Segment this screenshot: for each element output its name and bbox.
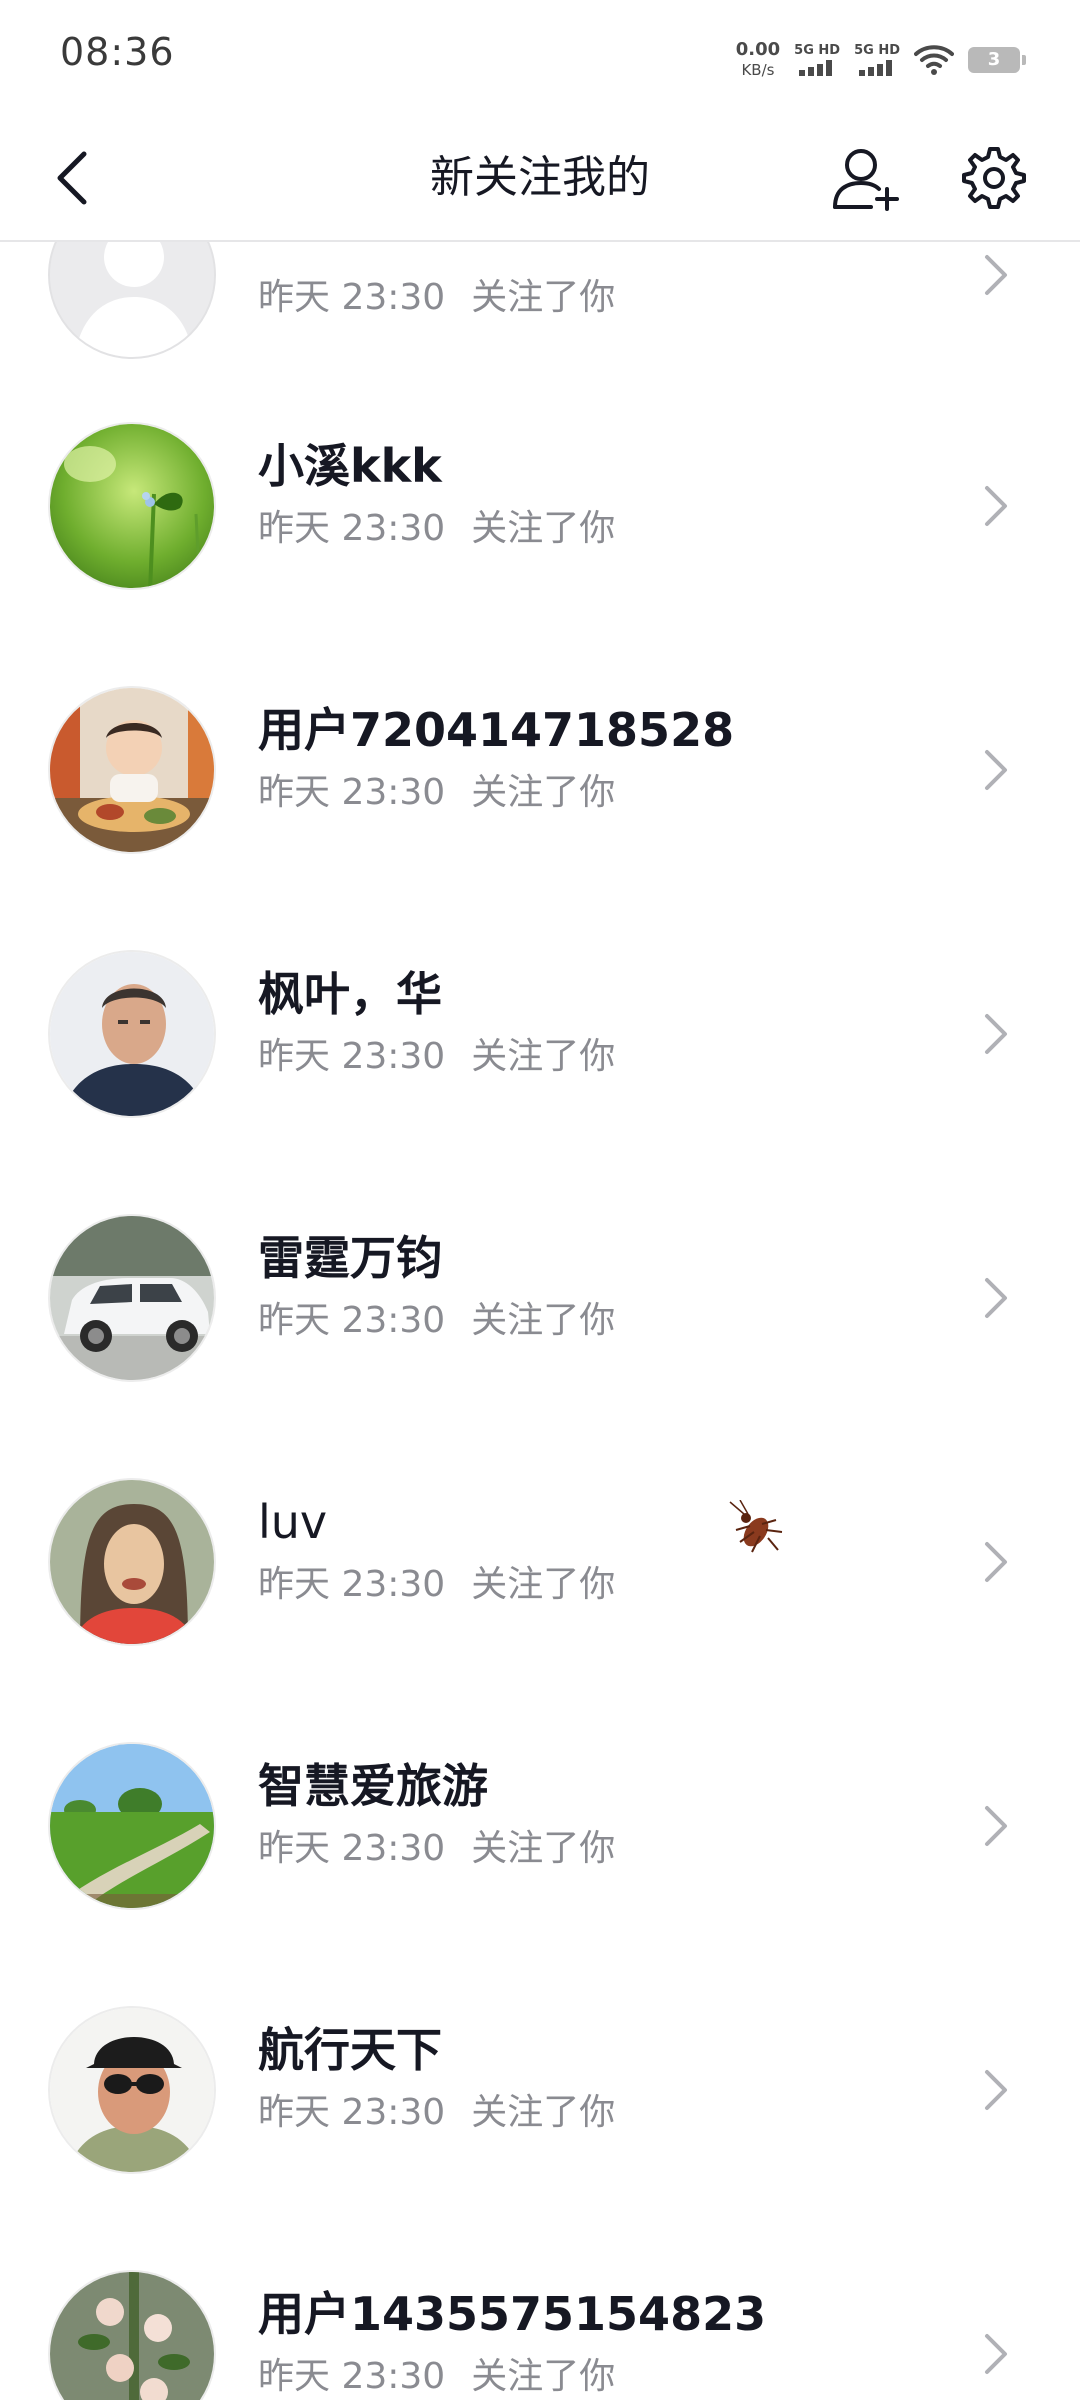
- follow-time: 昨天 23:30: [258, 1564, 446, 1605]
- follow-time: 昨天 23:30: [258, 508, 446, 549]
- follow-action: 关注了你: [471, 277, 616, 318]
- follow-action: 关注了你: [471, 772, 616, 813]
- chevron-right-icon: [976, 1270, 1016, 1326]
- status-icons: 0.00 KB/s 5G HD 5G HD 3: [736, 36, 1026, 84]
- list-item[interactable]: 用户720414718528 昨天 23:30 关注了你: [0, 642, 1080, 906]
- sim1-label: 5G HD: [794, 43, 841, 58]
- wifi-icon: [914, 45, 954, 75]
- network-speed-unit: KB/s: [741, 61, 775, 79]
- follower-name: 用户720414718528: [258, 703, 735, 757]
- settings-button[interactable]: [958, 142, 1030, 214]
- follow-time: 昨天 23:30: [258, 277, 446, 318]
- chevron-right-icon: [976, 247, 1016, 303]
- network-speed-value: 0.00: [735, 39, 781, 60]
- avatar[interactable]: [48, 950, 216, 1118]
- gear-icon: [962, 147, 1026, 209]
- chevron-right-icon: [976, 742, 1016, 798]
- follow-meta: 昨天 23:30 关注了你: [258, 768, 615, 818]
- avatar[interactable]: [48, 2270, 216, 2400]
- white-suv-photo: [50, 1216, 214, 1380]
- follow-meta: 昨天 23:30 关注了你: [258, 504, 615, 554]
- follow-meta: 昨天 23:30 关注了你: [258, 1560, 615, 1610]
- signal-bars-icon: [799, 60, 833, 76]
- follow-time: 昨天 23:30: [258, 772, 446, 813]
- list-item[interactable]: 智慧爱旅游 昨天 23:30 关注了你: [0, 1698, 1080, 1962]
- status-bar: 08:36 0.00 KB/s 5G HD 5G HD 3: [0, 0, 1080, 120]
- page-title: 新关注我的: [430, 152, 650, 203]
- follower-name: 智慧爱旅游: [258, 1759, 488, 1813]
- chevron-right-icon: [976, 1534, 1016, 1590]
- follow-action: 关注了你: [471, 2092, 616, 2133]
- follower-name: luv: [258, 1495, 328, 1549]
- add-friend-button[interactable]: [828, 140, 904, 216]
- child-photo: [50, 688, 214, 852]
- follow-time: 昨天 23:30: [258, 2092, 446, 2133]
- follower-name: 小溪kkk: [258, 439, 442, 493]
- follower-name: 用户1435575154823: [258, 2287, 767, 2341]
- follower-name: 枫叶，华: [258, 967, 442, 1021]
- list-item[interactable]: 用户1435575154823 昨天 23:30 关注了你: [0, 2226, 1080, 2400]
- flower-vine-photo: [50, 2272, 214, 2400]
- battery-icon: 3: [968, 47, 1026, 73]
- sim1-signal: 5G HD: [794, 44, 840, 76]
- signal-bars-icon: [859, 60, 893, 76]
- follow-meta: 昨天 23:30 关注了你: [258, 1032, 615, 1082]
- avatar[interactable]: [48, 1742, 216, 1910]
- follow-meta: 昨天 23:30 关注了你: [258, 1824, 615, 1874]
- sim2-label: 5G HD: [854, 43, 900, 58]
- chevron-right-icon: [976, 478, 1016, 534]
- add-user-icon: [833, 149, 899, 211]
- status-time: 08:36: [60, 30, 175, 74]
- list-item[interactable]: 小溪kkk 昨天 23:30 关注了你: [0, 378, 1080, 642]
- follow-meta: 昨天 23:30 关注了你: [258, 2088, 615, 2138]
- man-portrait: [50, 952, 214, 1116]
- meadow-path-photo: [50, 1744, 214, 1908]
- green-plant-photo: [50, 424, 214, 588]
- follow-action: 关注了你: [471, 1300, 616, 1341]
- follow-time: 昨天 23:30: [258, 1300, 446, 1341]
- follower-name: 航行天下: [258, 2023, 442, 2077]
- chevron-right-icon: [976, 1006, 1016, 1062]
- avatar[interactable]: [48, 1478, 216, 1646]
- chevron-right-icon: [976, 2326, 1016, 2382]
- follow-time: 昨天 23:30: [258, 2356, 446, 2397]
- follow-action: 关注了你: [471, 508, 616, 549]
- avatar[interactable]: [48, 1214, 216, 1382]
- avatar[interactable]: [48, 422, 216, 590]
- follow-action: 关注了你: [471, 2356, 616, 2397]
- chevron-right-icon: [976, 1798, 1016, 1854]
- network-speed: 0.00 KB/s: [736, 40, 780, 80]
- follow-action: 关注了你: [471, 1564, 616, 1605]
- man-sunglasses-portrait: [50, 2008, 214, 2172]
- follower-name: 雷霆万钧: [258, 1231, 442, 1285]
- list-item[interactable]: luv 昨天 23:30 关注了你: [0, 1434, 1080, 1698]
- cockroach-sticker-icon: [726, 1499, 786, 1560]
- follow-time: 昨天 23:30: [258, 1036, 446, 1077]
- sim2-signal: 5G HD: [854, 44, 900, 76]
- follow-meta: 昨天 23:30 关注了你: [258, 2352, 615, 2400]
- list-item[interactable]: 雷霆万钧 昨天 23:30 关注了你: [0, 1170, 1080, 1434]
- follow-meta: 昨天 23:30 关注了你: [258, 273, 615, 323]
- follow-action: 关注了你: [471, 1828, 616, 1869]
- chevron-right-icon: [976, 2062, 1016, 2118]
- follower-list: 昨天 23:30 关注了你 小溪kkk 昨天 23:30 关注了你 用户7204…: [0, 0, 1080, 2400]
- woman-portrait: [50, 1480, 214, 1644]
- follow-action: 关注了你: [471, 1036, 616, 1077]
- follow-time: 昨天 23:30: [258, 1828, 446, 1869]
- list-item[interactable]: 航行天下 昨天 23:30 关注了你: [0, 1962, 1080, 2226]
- app-root: 昨天 23:30 关注了你 小溪kkk 昨天 23:30 关注了你 用户7204…: [0, 0, 1080, 2400]
- battery-level: 3: [987, 49, 1001, 70]
- avatar[interactable]: [48, 2006, 216, 2174]
- follow-meta: 昨天 23:30 关注了你: [258, 1296, 615, 1346]
- list-item[interactable]: 枫叶，华 昨天 23:30 关注了你: [0, 906, 1080, 1170]
- nav-bar: 新关注我的: [0, 120, 1080, 242]
- avatar[interactable]: [48, 686, 216, 854]
